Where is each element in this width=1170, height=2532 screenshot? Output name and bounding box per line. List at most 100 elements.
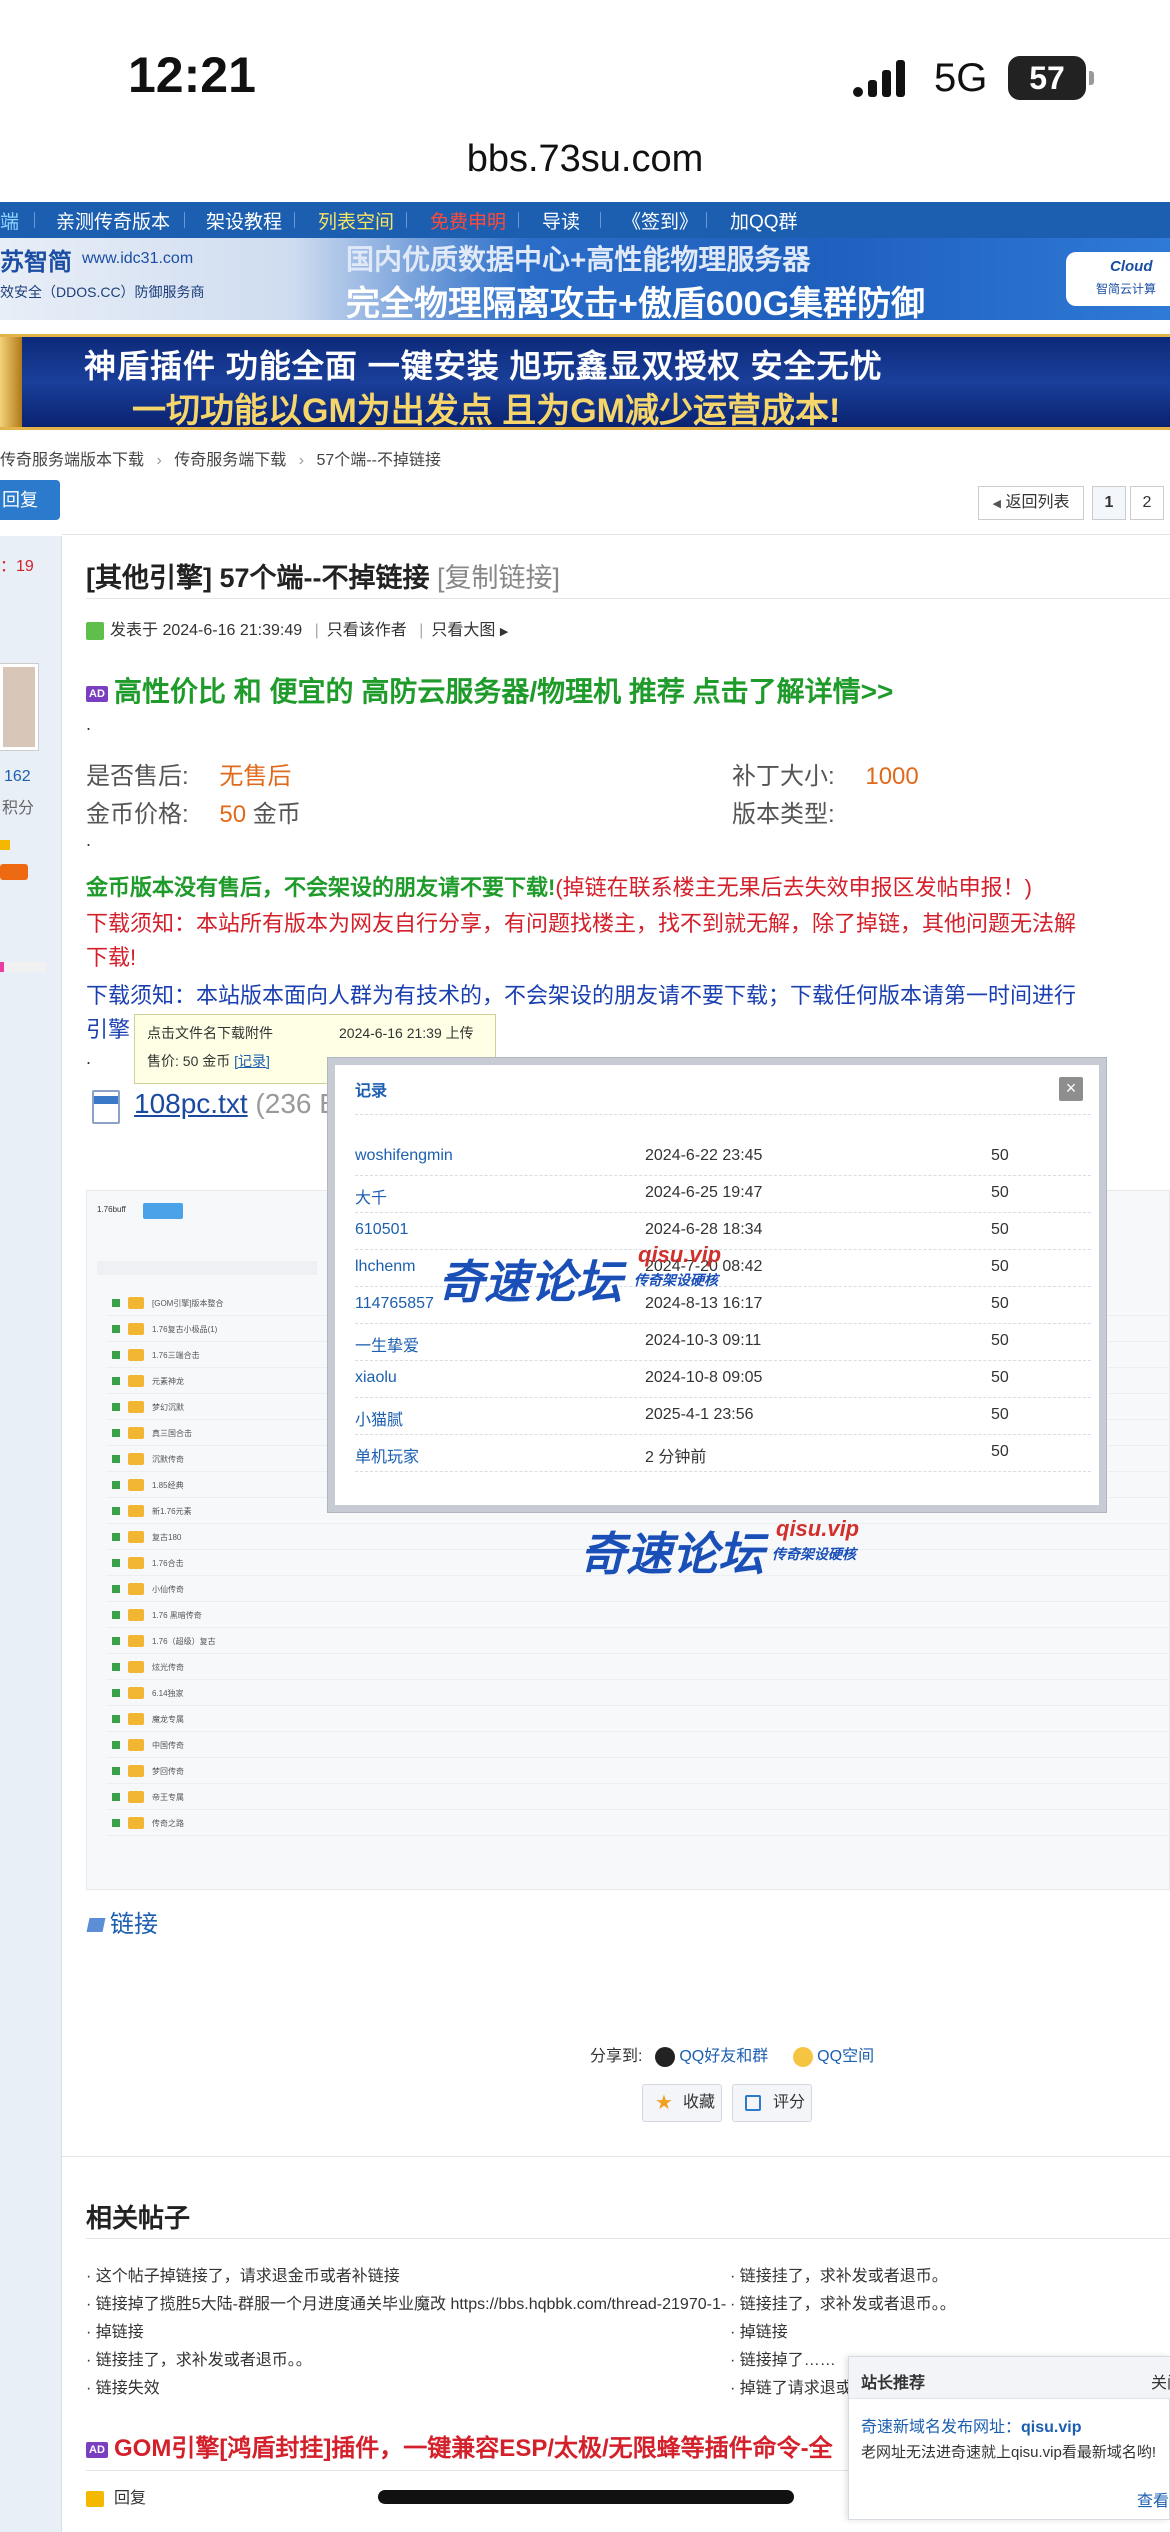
breadcrumb-item[interactable]: 57个端--不掉链接 <box>317 452 441 469</box>
record-date: 2024-6-28 18:34 <box>645 1221 763 1238</box>
file-row: 传奇之路 <box>106 1810 1170 1836</box>
breadcrumb-item[interactable]: 传奇服务端版本下载 <box>0 452 144 469</box>
post-meta: 发表于 2024-6-16 21:39:49 | 只看该作者 | 只看大图 ▶ <box>86 616 508 640</box>
dot-text: . <box>86 1048 92 1068</box>
record-user[interactable]: 大千 <box>355 1184 387 1208</box>
recommend-close[interactable]: 关闭 <box>1151 2369 1170 2393</box>
record-row: woshifengmin 2024-6-22 23:45 50 <box>355 1139 1091 1176</box>
only-big-image-link[interactable]: 只看大图 <box>431 622 495 639</box>
nav-item-signin[interactable]: 《签到》 <box>622 207 698 234</box>
version-type-field: 版本类型: <box>732 801 835 828</box>
favorite-button[interactable]: ★ 收藏 <box>642 2084 722 2122</box>
user-score[interactable]: 162 <box>4 768 31 786</box>
level-badge <box>0 864 28 880</box>
related-link[interactable]: · 掉链了请求退或 <box>730 2374 852 2398</box>
post-count: ：19 <box>0 558 34 575</box>
signal-icon <box>853 60 905 97</box>
record-user[interactable]: 小猫腻 <box>355 1406 403 1430</box>
folder-icon <box>128 1739 144 1751</box>
nav-item-tested[interactable]: 亲测传奇版本 <box>56 207 170 234</box>
record-price: 50 <box>991 1443 1009 1460</box>
related-link[interactable]: · 链接掉了揽胜5大陆-群服一个月进度通关毕业魔改 https://bbs.hq… <box>86 2290 726 2314</box>
watermark-logo: 奇速论坛 qisu.vip 传奇架设硬核 <box>580 1516 860 1580</box>
banner-line1: 国内优质数据中心+高性能物理服务器 <box>346 244 811 275</box>
recommend-headline[interactable]: 奇速新域名发布网址：qisu.vip <box>861 2413 1081 2437</box>
back-to-list-button[interactable]: ◀ 返回列表 <box>978 486 1084 520</box>
related-title: 相关帖子 <box>86 2203 191 2233</box>
record-user[interactable]: 610501 <box>355 1221 408 1239</box>
related-link[interactable]: · 链接掉了…… <box>730 2346 836 2370</box>
status-time: 12:21 <box>128 47 256 103</box>
breadcrumb-item[interactable]: 传奇服务端下载 <box>174 452 286 469</box>
record-user[interactable]: xiaolu <box>355 1369 397 1387</box>
record-user[interactable]: lhchenm <box>355 1258 415 1276</box>
folder-icon <box>128 1687 144 1699</box>
txt-file-icon <box>92 1090 120 1124</box>
avatar[interactable] <box>0 664 38 750</box>
file-row: 炫光传奇 <box>106 1654 1170 1680</box>
record-user[interactable]: 114765857 <box>355 1295 434 1313</box>
watermark-logo: 奇速论坛 qisu.vip 传奇架设硬核 <box>438 1242 722 1308</box>
folder-icon <box>128 1297 144 1309</box>
rate-button[interactable]: 评分 <box>732 2084 812 2122</box>
gom-plugin-ad[interactable]: AD GOM引擎[鸿盾封挂]插件，一键兼容ESP/太极/无限蜂等插件命令-全 <box>86 2428 833 2463</box>
copy-link[interactable]: [复制链接] <box>437 563 560 593</box>
record-date: 2 分钟前 <box>645 1449 707 1466</box>
record-user[interactable]: woshifengmin <box>355 1147 453 1165</box>
record-price: 50 <box>991 1295 1009 1312</box>
notice-download-2: 下载! <box>86 945 137 970</box>
banner-idc[interactable]: 苏智简 www.idc31.com 效安全（DDOS.CC）防御服务商 国内优质… <box>0 238 1170 323</box>
caret-right-icon: ▶ <box>499 626 509 638</box>
nav-item-qq-group[interactable]: 加QQ群 <box>730 207 798 234</box>
record-link[interactable]: [记录] <box>234 1053 270 1069</box>
share-qq-zone[interactable]: QQ空间 <box>817 2048 874 2065</box>
home-indicator[interactable] <box>378 2490 794 2504</box>
nav-item-0[interactable]: 端 <box>0 207 19 234</box>
record-date: 2025-4-1 23:56 <box>645 1406 754 1423</box>
record-price: 50 <box>991 1258 1009 1275</box>
nav-item-guide[interactable]: 导读 <box>542 207 580 234</box>
recommend-body: 老网址无法进奇速就上qisu.vip看最新域名哟! <box>861 2444 1157 2461</box>
progress-bar <box>0 962 46 972</box>
related-link[interactable]: · 掉链接 <box>730 2318 788 2342</box>
ad-badge: AD <box>86 2441 108 2458</box>
banner-tagline: 效安全（DDOS.CC）防御服务商 <box>0 284 205 300</box>
folder-icon <box>128 1375 144 1387</box>
tag-link[interactable]: 链接 <box>86 1904 158 1939</box>
breadcrumb-sep-icon: › <box>156 452 162 469</box>
folder-icon <box>128 1557 144 1569</box>
recommend-more[interactable]: 查看 <box>1137 2487 1169 2511</box>
record-user[interactable]: 单机玩家 <box>355 1443 419 1467</box>
record-row: xiaolu 2024-10-8 09:05 50 <box>355 1361 1091 1398</box>
reply-button[interactable]: 回复 <box>0 480 60 520</box>
nav-item-disclaimer[interactable]: 免费申明 <box>430 207 506 234</box>
folder-icon <box>128 1453 144 1465</box>
thread-title: [其他引擎] 57个端--不掉链接 [复制链接] <box>86 563 561 593</box>
banner-line2: 完全物理隔离攻击+傲盾600G集群防御 <box>346 285 926 323</box>
related-link[interactable]: · 链接挂了，求补发或者退币。 <box>730 2262 948 2286</box>
banner-shendun[interactable]: 神盾插件 功能全面 一键安装 旭玩鑫显双授权 安全无忧 一切功能以GM为出发点 … <box>0 334 1170 430</box>
reply-link[interactable]: 回复 <box>86 2484 146 2508</box>
only-author-link[interactable]: 只看该作者 <box>327 622 407 639</box>
promo-link[interactable]: AD 高性价比 和 便宜的 高防云服务器/物理机 推荐 点击了解详情>> <box>86 670 893 710</box>
record-date: 2024-6-22 23:45 <box>645 1147 763 1164</box>
page-2-button[interactable]: 2 <box>1130 486 1164 520</box>
share-qq-friends[interactable]: QQ好友和群 <box>679 2048 768 2065</box>
nav-item-tutorial[interactable]: 架设教程 <box>206 207 282 234</box>
folder-icon <box>128 1661 144 1673</box>
record-price: 50 <box>991 1369 1009 1386</box>
folder-icon <box>128 1531 144 1543</box>
nav-item-list[interactable]: 列表空间 <box>318 207 394 234</box>
related-link[interactable]: · 链接挂了，求补发或者退币。。 <box>86 2346 312 2370</box>
address-bar[interactable]: bbs.73su.com <box>0 138 1170 181</box>
related-link[interactable]: · 这个帖子掉链接了，请求退金币或者补链接 <box>86 2262 400 2286</box>
related-link[interactable]: · 链接失效 <box>86 2374 160 2398</box>
related-link[interactable]: · 掉链接 <box>86 2318 144 2342</box>
banner2-line2: 一切功能以GM为出发点 且为GM减少运营成本! <box>132 392 841 430</box>
page-1-button[interactable]: 1 <box>1092 486 1126 520</box>
close-icon[interactable]: × <box>1059 1077 1083 1101</box>
record-user[interactable]: 一生挚爱 <box>355 1332 419 1356</box>
attachment-file[interactable]: 108pc.txt (236 B <box>134 1088 338 1120</box>
folder-icon <box>128 1765 144 1777</box>
related-link[interactable]: · 链接挂了，求补发或者退币。。 <box>730 2290 956 2314</box>
